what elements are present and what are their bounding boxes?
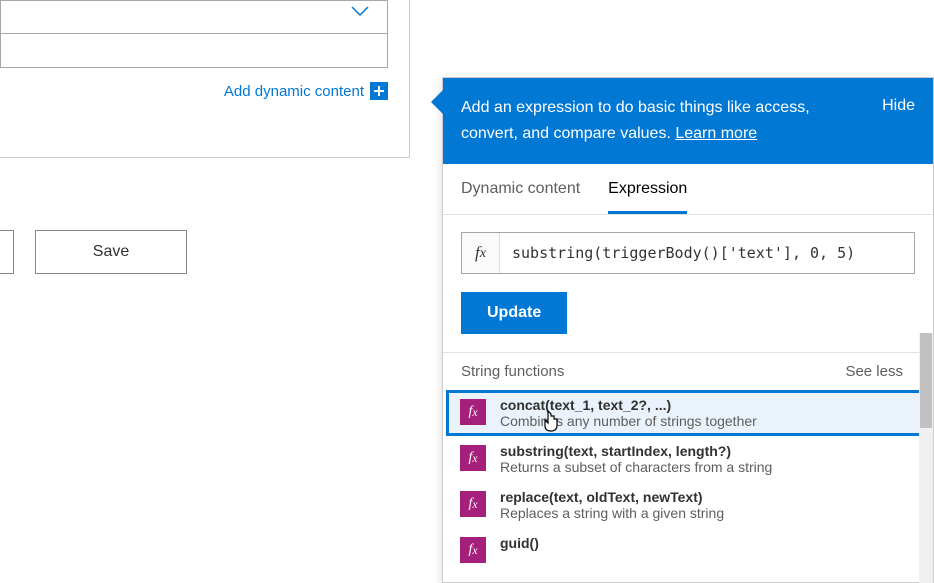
expression-input-row: fx (461, 232, 915, 274)
function-text: substring(text, startIndex, length?)Retu… (500, 443, 913, 475)
update-button[interactable]: Update (461, 292, 567, 334)
scrollbar-thumb[interactable] (920, 333, 932, 428)
fx-icon: fx (460, 445, 486, 471)
expression-input[interactable] (500, 233, 914, 273)
function-desc: Replaces a string with a given string (500, 505, 913, 521)
add-dynamic-content-label: Add dynamic content (224, 83, 364, 100)
function-text: concat(text_1, text_2?, ...)Combines any… (500, 397, 913, 429)
text-input-field[interactable] (0, 33, 388, 68)
callout-arrow-icon (431, 90, 443, 114)
function-item[interactable]: fx substring(text, startIndex, length?)Re… (446, 436, 923, 482)
fx-icon: fx (460, 399, 486, 425)
fx-icon: fx (460, 537, 486, 563)
function-text: guid() (500, 535, 913, 551)
section-title: String functions (461, 363, 564, 380)
function-item[interactable]: fx concat(text_1, text_2?, ...)Combines a… (446, 390, 923, 436)
function-title: substring(text, startIndex, length?) (500, 443, 913, 459)
see-less-link[interactable]: See less (845, 363, 903, 380)
panel-header-text: Add an expression to do basic things lik… (461, 95, 862, 146)
function-item[interactable]: fx guid() (446, 528, 923, 570)
function-item[interactable]: fx replace(text, oldText, newText)Replace… (446, 482, 923, 528)
panel-divider (0, 157, 410, 158)
section-header: String functions See less (443, 353, 933, 390)
panel-divider-right (409, 0, 410, 158)
panel-header-desc: Add an expression to do basic things lik… (461, 99, 810, 142)
hide-link[interactable]: Hide (882, 97, 915, 115)
fx-icon: fx (462, 233, 500, 273)
function-title: replace(text, oldText, newText) (500, 489, 913, 505)
chevron-down-icon[interactable] (350, 3, 370, 24)
save-button[interactable]: Save (35, 230, 187, 274)
function-title: concat(text_1, text_2?, ...) (500, 397, 913, 413)
function-text: replace(text, oldText, newText)Replaces … (500, 489, 913, 521)
tab-expression[interactable]: Expression (608, 164, 687, 214)
function-desc: Returns a subset of characters from a st… (500, 459, 913, 475)
prev-button-fragment[interactable] (0, 230, 14, 274)
function-list: fx concat(text_1, text_2?, ...)Combines a… (443, 390, 933, 570)
tabs: Dynamic content Expression (443, 164, 933, 215)
expression-panel: Add an expression to do basic things lik… (442, 77, 934, 583)
fx-icon: fx (460, 491, 486, 517)
panel-header: Add an expression to do basic things lik… (443, 78, 933, 164)
function-title: guid() (500, 535, 913, 551)
plus-icon (370, 82, 388, 100)
left-panel: Add dynamic content Save (0, 0, 410, 583)
learn-more-link[interactable]: Learn more (675, 125, 757, 142)
function-desc: Combines any number of strings together (500, 413, 913, 429)
dropdown-field[interactable] (0, 0, 388, 35)
add-dynamic-content-link[interactable]: Add dynamic content (224, 82, 388, 100)
tab-dynamic-content[interactable]: Dynamic content (461, 164, 580, 214)
